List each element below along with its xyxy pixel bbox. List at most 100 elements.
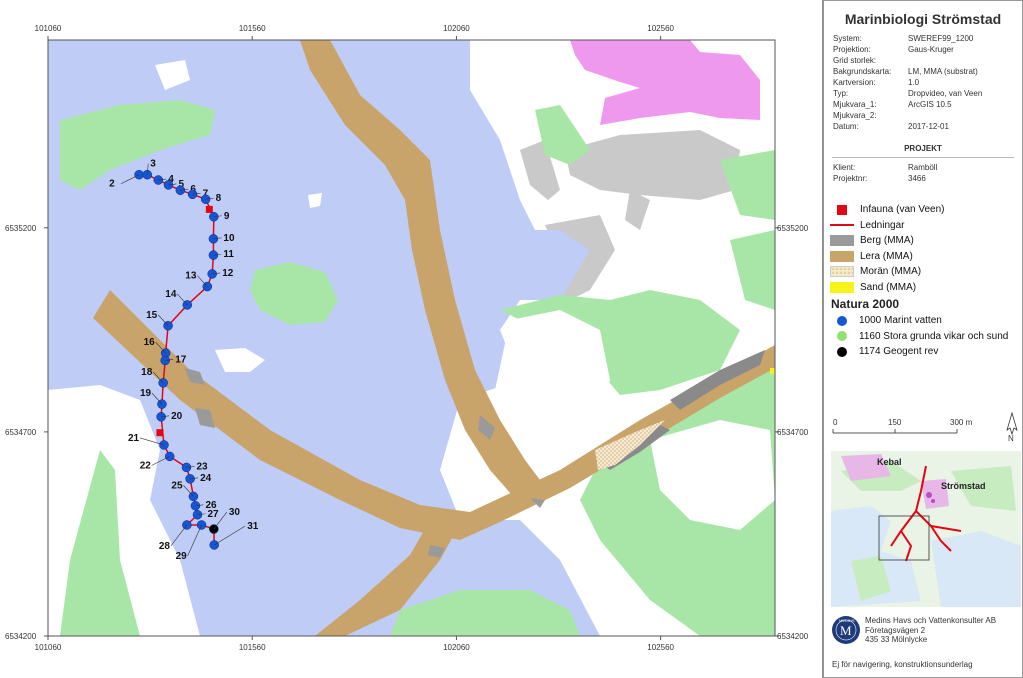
natura-dot-icon (837, 315, 847, 326)
sample-point-label: 29 (176, 551, 188, 562)
metadata-value: SWEREF99_1200 (908, 34, 974, 43)
y-tick-label: 6534700 (777, 428, 809, 437)
legend-item: Lera (MMA) (824, 249, 1022, 265)
sample-point-label: 28 (159, 541, 171, 552)
natura-list: 1000 Marint vatten 1160 Stora grunda vika… (824, 313, 1022, 360)
metadata-row: Grid storlek: (824, 55, 1022, 66)
disclaimer-text: Ej för navigering, konstruktionsunderlag (832, 660, 973, 669)
side-panel: Marinbiologi Strömstad System: SWEREF99_1… (823, 0, 1023, 678)
project-value: Ramböll (908, 163, 938, 172)
legend-label: Sand (MMA) (860, 281, 917, 293)
legend-swatch-icon (830, 266, 854, 278)
metadata-value: 1.0 (908, 78, 920, 87)
x-tick-label: 101560 (239, 24, 266, 33)
sample-point-label: 30 (229, 507, 241, 518)
legend-label: Berg (MMA) (860, 235, 914, 247)
scale-label-0: 0 (833, 418, 838, 427)
company-address-1: Företagsvägen 2 (865, 625, 926, 635)
natura-dot-icon (837, 346, 847, 357)
north-arrow-icon: N (1006, 411, 1018, 443)
project-divider (832, 157, 1014, 158)
sample-point-label: 24 (200, 473, 212, 484)
metadata-value (908, 110, 1022, 121)
metadata-value: LM, MMA (substrat) (908, 67, 978, 76)
project-row: Klient: Ramböll (824, 162, 1022, 173)
metadata-row: Datum: 2017-12-01 (824, 121, 1022, 132)
natura-item: 1000 Marint vatten (824, 313, 1022, 329)
metadata-row: Projektion: Gaus-Kruger (824, 44, 1022, 55)
metadata-row: Typ: Dropvideo, van Veen (824, 88, 1022, 99)
company-logo-icon: M MEDINS (832, 616, 860, 644)
project-key: Projektnr: (833, 174, 868, 183)
project-value: 3466 (908, 174, 926, 183)
legend-list: Infauna (van Veen) Ledningar Berg (MMA) Ler… (824, 202, 1022, 295)
natura-item: 1174 Geogent rev (824, 344, 1022, 360)
natura-label: 1174 Geogent rev (859, 346, 939, 358)
metadata-value: Gaus-Kruger (908, 45, 954, 54)
metadata-box: Marinbiologi Strömstad System: SWEREF99_1… (823, 0, 1023, 142)
legend-swatch-icon (830, 224, 854, 227)
x-tick-label: 102060 (443, 24, 470, 33)
project-row: Projektnr: 3466 (824, 173, 1022, 184)
metadata-list: System: SWEREF99_1200 Projektion: Gaus-Krug… (824, 33, 1022, 132)
legend-item: Berg (MMA) (824, 233, 1022, 249)
disclaimer-box: Ej för navigering, konstruktionsunderlag (823, 650, 1023, 678)
metadata-value: ArcGIS 10.5 (908, 100, 952, 109)
map[interactable]: 2345678910111213141516171819202122232425… (0, 0, 822, 678)
infauna-marker (156, 429, 164, 437)
legend-item: Infauna (van Veen) (824, 202, 1022, 218)
metadata-key: Mjukvara_2: (833, 111, 877, 120)
metadata-key: Datum: (833, 122, 859, 131)
sample-point-label: 11 (223, 249, 234, 260)
metadata-row: Bakgrundskarta: LM, MMA (substrat) (824, 66, 1022, 77)
natura-item: 1160 Stora grunda vikar och sund (824, 329, 1022, 345)
legend-item: Sand (MMA) (824, 280, 1022, 296)
metadata-key: Bakgrundskarta: (833, 67, 892, 76)
natura-label: 1000 Marint vatten (859, 315, 942, 327)
metadata-row: System: SWEREF99_1200 (824, 33, 1022, 44)
svg-text:MEDINS: MEDINS (839, 618, 855, 623)
sample-point-label: 9 (224, 211, 230, 222)
sample-point-label: 2 (109, 179, 115, 190)
project-box: PROJEKT Klient: Ramböll Projektnr: 3466 (823, 140, 1023, 193)
overview-box: Kebal Strömstad (823, 444, 1023, 611)
sample-point-label: 27 (207, 509, 219, 520)
map-frame: 2345678910111213141516171819202122232425… (0, 0, 823, 678)
sample-point-label: 8 (216, 193, 222, 204)
legend-label: Ledningar (860, 219, 905, 231)
sample-point-label: 21 (128, 433, 140, 444)
sample-point-label: 25 (171, 480, 183, 491)
metadata-key: Mjukvara_1: (833, 100, 877, 109)
infauna-marker (205, 205, 213, 213)
legend-swatch-icon (837, 204, 847, 215)
y-tick-label: 6535200 (5, 224, 37, 233)
sample-point-label: 17 (175, 354, 187, 365)
sample-point-label: 18 (141, 367, 153, 378)
scale-label-150: 150 (888, 418, 902, 427)
sample-point-label: 13 (185, 271, 197, 282)
y-tick-label: 6534700 (5, 428, 37, 437)
legend-item: Ledningar (824, 218, 1022, 234)
metadata-value: 2017-12-01 (908, 122, 949, 131)
legend-swatch-icon (830, 281, 854, 293)
natura-heading: Natura 2000 (831, 297, 900, 311)
x-tick-label: 101060 (35, 24, 62, 33)
scale-label-300: 300 m (950, 418, 973, 427)
x-tick-label: 102060 (443, 643, 470, 652)
natura-label: 1160 Stora grunda vikar och sund (859, 330, 1009, 342)
sample-point-label: 12 (222, 268, 234, 279)
sample-point-label: 10 (223, 233, 235, 244)
metadata-row: Mjukvara_2: (824, 110, 1022, 121)
metadata-row: Mjukvara_1: ArcGIS 10.5 (824, 99, 1022, 110)
project-list: Klient: Ramböll Projektnr: 3466 (824, 162, 1022, 184)
inset-label-kebal: Kebal (877, 457, 902, 467)
metadata-key: Grid storlek: (833, 56, 877, 65)
x-tick-label: 101060 (35, 643, 62, 652)
company-address-2: 435 33 Mölnlycke (865, 635, 928, 644)
overview-inset-map[interactable]: Kebal Strömstad (831, 451, 1021, 607)
metadata-key: Typ: (833, 89, 849, 98)
y-tick-label: 6534200 (777, 632, 809, 641)
legend-box: Infauna (van Veen) Ledningar Berg (MMA) Ler… (823, 192, 1023, 445)
metadata-value: Dropvideo, van Veen (908, 89, 983, 98)
company-box: M MEDINS Medins Havs och Vattenkonsulter… (823, 610, 1023, 651)
